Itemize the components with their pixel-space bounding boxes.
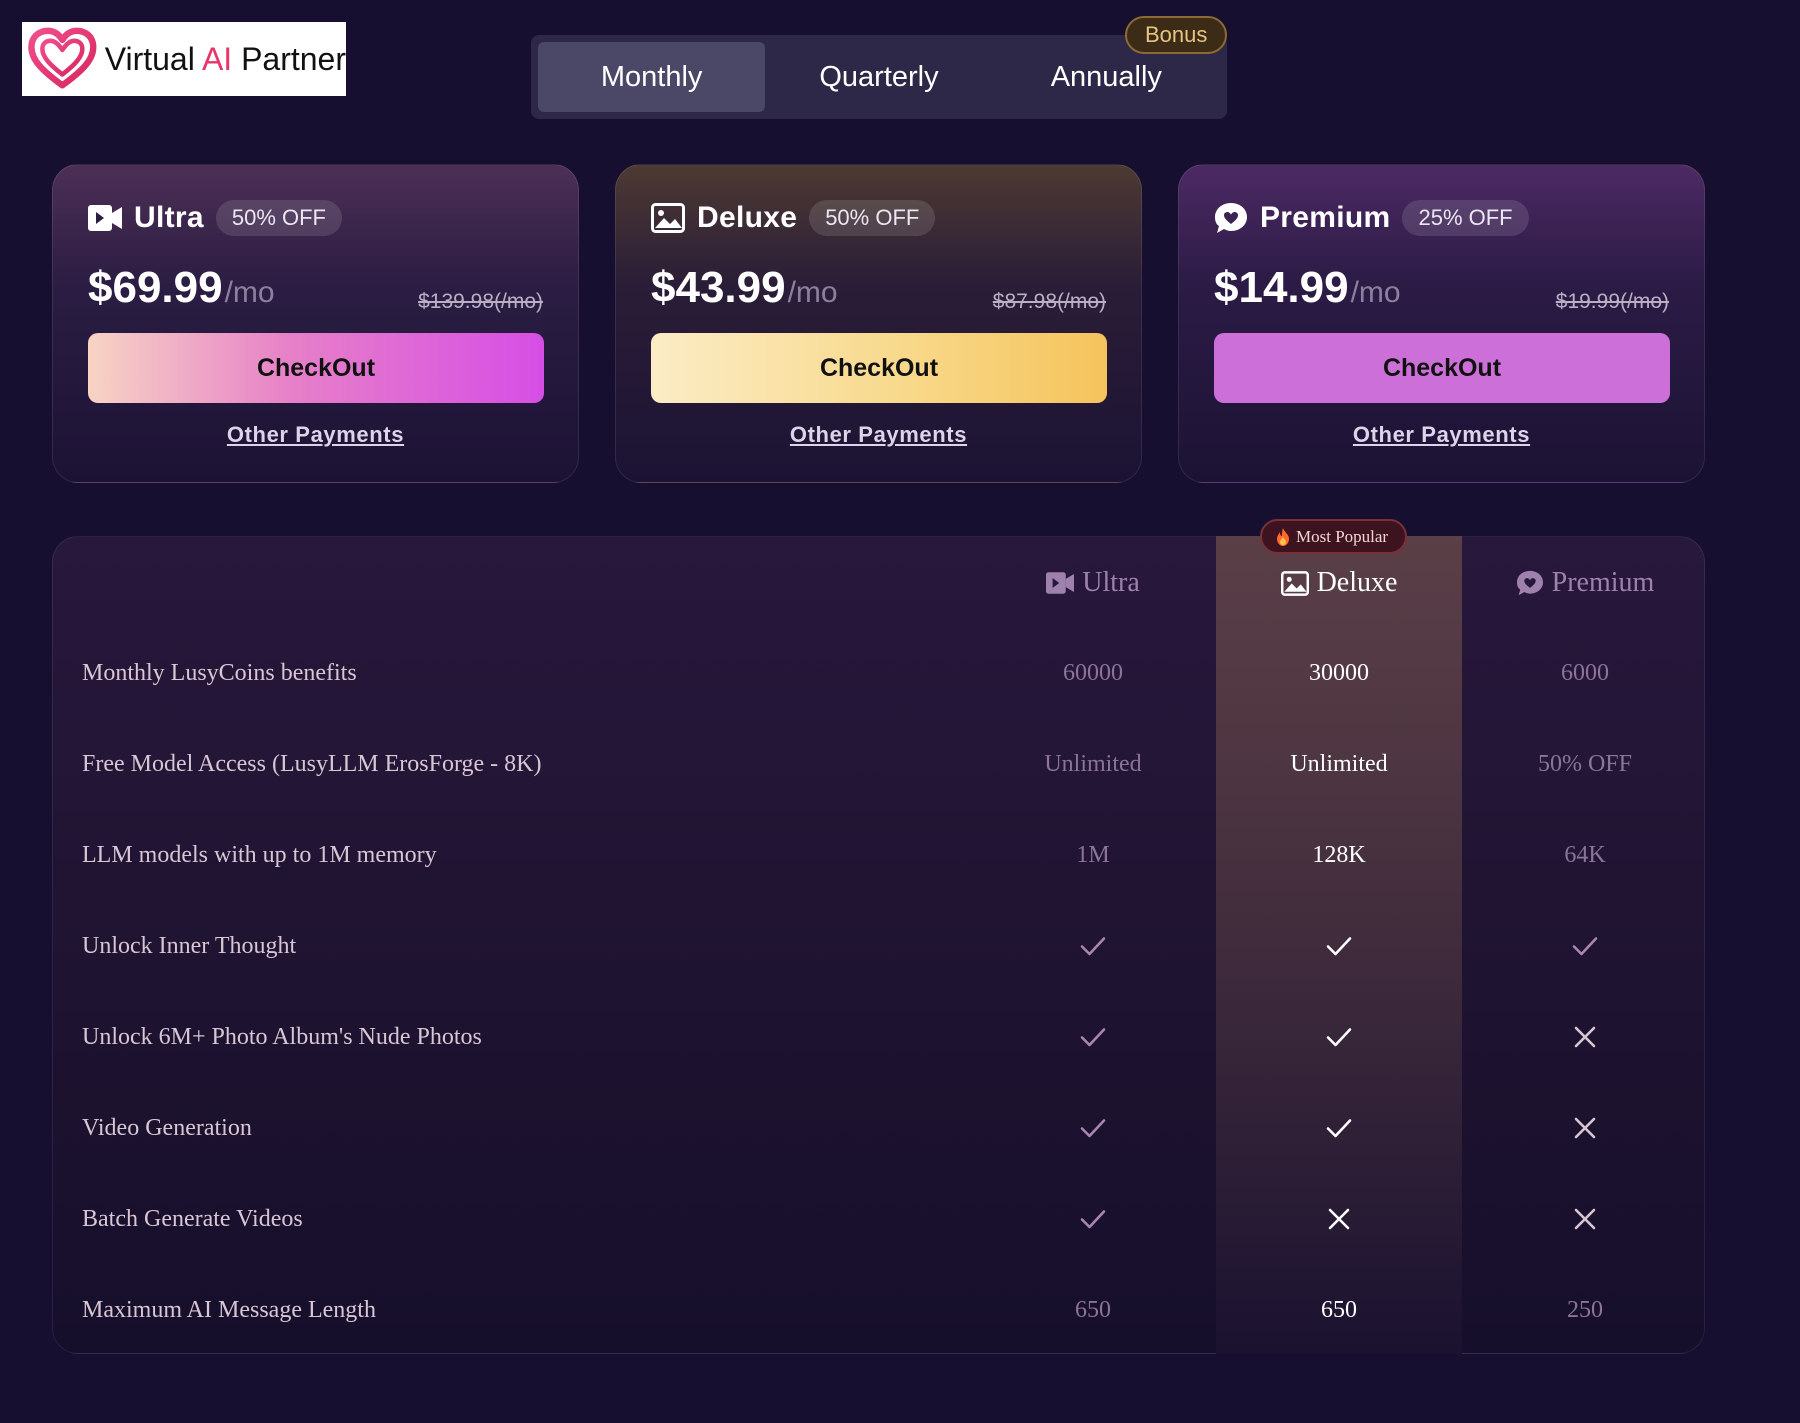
checkout-button-premium[interactable]: CheckOut xyxy=(1214,333,1670,403)
check-icon xyxy=(1572,937,1598,956)
feature-value-ultra xyxy=(970,1017,1216,1057)
check-icon xyxy=(1326,1028,1352,1047)
column-header-deluxe: Deluxe xyxy=(1216,562,1462,604)
plan-name: Premium xyxy=(1260,201,1391,234)
feature-value-deluxe: 30000 xyxy=(1309,659,1369,686)
check-icon xyxy=(1080,937,1106,956)
other-payments-link-ultra[interactable]: Other Payments xyxy=(53,422,578,448)
column-header-label: Premium xyxy=(1551,567,1655,598)
feature-value-deluxe: Unlimited xyxy=(1290,750,1388,777)
image-icon xyxy=(1280,570,1309,596)
price: $43.99 /mo xyxy=(651,263,838,313)
feature-label: LLM models with up to 1M memory xyxy=(82,841,437,868)
plan-name: Ultra xyxy=(134,201,204,234)
video-camera-icon xyxy=(88,203,122,233)
feature-value-ultra: 650 xyxy=(1075,1296,1111,1323)
most-popular-badge: Most Popular xyxy=(1260,519,1408,554)
original-price: $139.98(/mo) xyxy=(418,290,543,313)
bonus-badge: Bonus xyxy=(1125,16,1228,54)
price: $69.99 /mo xyxy=(88,263,275,313)
check-icon xyxy=(1080,1028,1106,1047)
brand-logo[interactable]: Virtual AI Partner xyxy=(22,22,346,96)
brand-name: Virtual AI Partner xyxy=(104,40,346,77)
feature-value-ultra xyxy=(970,926,1216,966)
column-header-ultra: Ultra xyxy=(970,562,1216,604)
price-period: /mo xyxy=(787,276,838,309)
feature-label: Maximum AI Message Length xyxy=(82,1296,376,1323)
heart-logo-icon xyxy=(28,27,97,89)
plan-card-premium: Premium 25% OFF $14.99 /mo $19.99(/mo) C… xyxy=(1178,164,1705,483)
feature-value-ultra: 60000 xyxy=(1063,659,1123,686)
feature-label: Video Generation xyxy=(82,1114,252,1141)
price-amount: $69.99 xyxy=(88,263,223,312)
feature-value-ultra: 1M xyxy=(1076,841,1110,868)
other-payments-link-premium[interactable]: Other Payments xyxy=(1179,422,1704,448)
most-popular-label: Most Popular xyxy=(1296,526,1389,546)
feature-value-premium: 64K xyxy=(1564,841,1606,868)
cross-icon xyxy=(1574,1026,1596,1048)
feature-value-premium xyxy=(1462,1017,1708,1057)
original-price: $19.99(/mo) xyxy=(1555,290,1669,313)
check-icon xyxy=(1080,1210,1106,1229)
column-header-premium: Premium xyxy=(1462,562,1708,604)
feature-value-premium xyxy=(1462,1199,1708,1239)
feature-label: Free Model Access (LusyLLM ErosForge - 8… xyxy=(82,750,542,777)
original-price: $87.98(/mo) xyxy=(992,290,1106,313)
discount-badge: 50% OFF xyxy=(215,200,342,236)
flame-icon xyxy=(1276,527,1290,546)
feature-label: Unlock 6M+ Photo Album's Nude Photos xyxy=(82,1023,482,1050)
image-icon xyxy=(651,203,685,233)
price-period: /mo xyxy=(224,276,275,309)
checkout-button-deluxe[interactable]: CheckOut xyxy=(651,333,1107,403)
feature-value-deluxe xyxy=(1216,1108,1462,1148)
cross-icon xyxy=(1574,1117,1596,1139)
feature-value-deluxe xyxy=(1216,1017,1462,1057)
feature-value-premium: 250 xyxy=(1567,1296,1603,1323)
feature-value-premium xyxy=(1462,1108,1708,1148)
plan-card-deluxe: Deluxe 50% OFF $43.99 /mo $87.98(/mo) Ch… xyxy=(615,164,1142,483)
tab-quarterly[interactable]: Quarterly xyxy=(765,42,992,112)
feature-value-deluxe xyxy=(1216,926,1462,966)
discount-badge: 25% OFF xyxy=(1402,200,1529,236)
price-amount: $14.99 xyxy=(1214,263,1349,312)
feature-value-premium xyxy=(1462,926,1708,966)
checkout-button-ultra[interactable]: CheckOut xyxy=(88,333,544,403)
feature-label: Batch Generate Videos xyxy=(82,1205,303,1232)
discount-badge: 50% OFF xyxy=(809,200,936,236)
feature-label: Monthly LusyCoins benefits xyxy=(82,659,357,686)
cross-icon xyxy=(1328,1208,1350,1230)
price-amount: $43.99 xyxy=(651,263,786,312)
feature-value-ultra xyxy=(970,1108,1216,1148)
check-icon xyxy=(1326,937,1352,956)
check-icon xyxy=(1080,1119,1106,1138)
column-header-label: Deluxe xyxy=(1316,567,1398,598)
feature-value-premium: 6000 xyxy=(1561,659,1609,686)
other-payments-link-deluxe[interactable]: Other Payments xyxy=(616,422,1141,448)
feature-value-deluxe: 128K xyxy=(1312,841,1366,868)
feature-value-deluxe: 650 xyxy=(1321,1296,1357,1323)
feature-value-deluxe xyxy=(1216,1199,1462,1239)
column-header-label: Ultra xyxy=(1082,567,1140,598)
price-period: /mo xyxy=(1350,276,1401,309)
plan-name: Deluxe xyxy=(697,201,798,234)
price: $14.99 /mo xyxy=(1214,263,1401,313)
cross-icon xyxy=(1574,1208,1596,1230)
tab-monthly[interactable]: Monthly xyxy=(538,42,766,112)
chat-heart-icon xyxy=(1516,570,1544,596)
feature-label: Unlock Inner Thought xyxy=(82,932,297,959)
chat-heart-icon xyxy=(1214,203,1248,233)
video-camera-icon xyxy=(1046,572,1075,594)
billing-period-toggle: Monthly Quarterly Annually xyxy=(531,35,1227,119)
plan-card-ultra: Ultra 50% OFF $69.99 /mo $139.98(/mo) Ch… xyxy=(52,164,579,483)
feature-value-ultra: Unlimited xyxy=(1044,750,1142,777)
feature-value-premium: 50% OFF xyxy=(1537,750,1633,777)
check-icon xyxy=(1326,1119,1352,1138)
feature-value-ultra xyxy=(970,1199,1216,1239)
